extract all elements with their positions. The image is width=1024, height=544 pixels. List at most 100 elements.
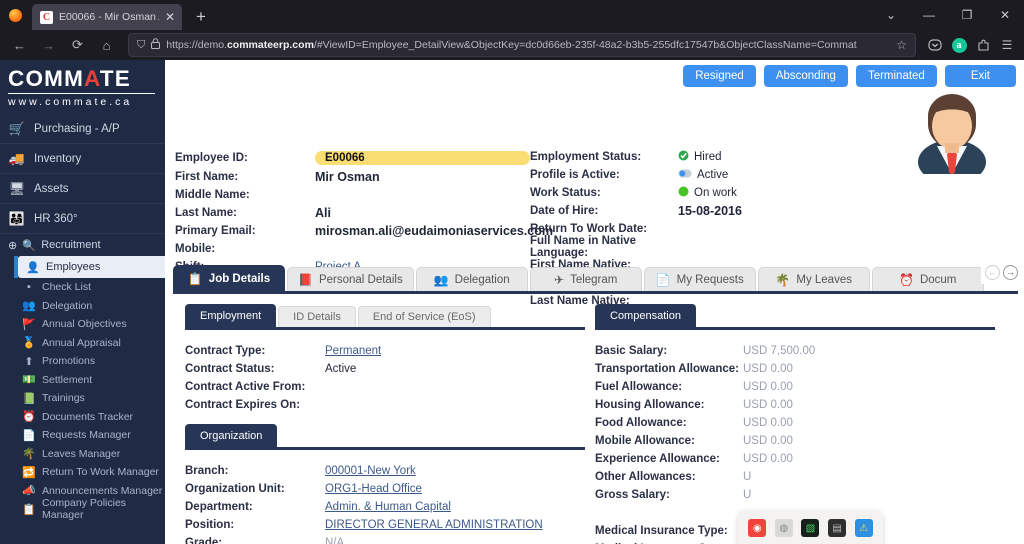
sidebar-subitem-promotions[interactable]: ⬆ Promotions	[0, 352, 165, 371]
taskbar-app-popup[interactable]: ◉◍▧▤⚠▣✹▼◎T◒➤▨N	[738, 511, 883, 544]
company-logo[interactable]: COMMATE www.commate.ca	[0, 60, 165, 114]
absconding-button[interactable]: Absconding	[763, 65, 848, 87]
sidebar-item-purchasing[interactable]: 🛒 Purchasing - A/P	[0, 114, 165, 144]
browser-tab[interactable]: C E00066 - Mir Osman Ali - COM ✕	[32, 4, 182, 30]
tab-personal-details[interactable]: 📕 Personal Details	[287, 267, 414, 292]
close-tab-icon[interactable]: ✕	[165, 11, 175, 23]
exit-button[interactable]: Exit	[944, 65, 1016, 87]
field-label: Contract Type:	[185, 345, 266, 357]
field-row: Employment Status: Hired	[530, 148, 860, 166]
field-row: Branch: 000001-New York	[185, 462, 585, 480]
sidebar-subitem-check-list[interactable]: ▪ Check List	[0, 278, 165, 297]
tray-app-1-icon[interactable]: ◉	[748, 519, 767, 537]
tray-app-4-icon[interactable]: ▤	[828, 519, 847, 537]
terminated-button[interactable]: Terminated	[855, 65, 937, 87]
app-menu-icon[interactable]: ☰	[996, 34, 1018, 56]
sidebar-subitem-requests-manager[interactable]: 📄 Requests Manager	[0, 426, 165, 445]
tray-app-2-icon[interactable]: ◍	[774, 519, 793, 537]
reload-button[interactable]: ⟳	[64, 33, 91, 57]
resigned-button[interactable]: Resigned	[683, 65, 756, 87]
tab-telegram[interactable]: ✈ Telegram	[529, 267, 642, 292]
field-value: Hired	[694, 151, 722, 163]
sidebar-subitem-label: Leaves Manager	[42, 447, 121, 460]
sidebar-subitem-label: Announcements Manager	[42, 484, 163, 497]
back-button[interactable]: ←	[6, 33, 33, 57]
tab-documents[interactable]: ⏰ Docum	[871, 267, 984, 292]
compensation-fields: Basic Salary: USD 7,500.00 Transportation …	[595, 330, 995, 504]
field-row: Employee ID: E00066	[175, 148, 530, 168]
field-label: Profile is Active:	[530, 169, 620, 181]
forward-button[interactable]: →	[35, 33, 62, 57]
desktop-icon: 🖥	[8, 180, 26, 196]
sidebar-subitem-return-to-work-manager[interactable]: 🔁 Return To Work Manager	[0, 463, 165, 482]
field-value[interactable]: 000001-New York	[325, 465, 416, 477]
tab-list-chevron-down-icon[interactable]: ⌄	[872, 0, 910, 30]
tab-title: E00066 - Mir Osman Ali - COM	[59, 11, 159, 23]
expand-circle-icon[interactable]: ⊕	[8, 239, 17, 252]
adblock-badge-icon[interactable]: a	[948, 34, 970, 56]
sidebar-item-label: Inventory	[34, 152, 82, 165]
sidebar-subitem-trainings[interactable]: 📗 Trainings	[0, 389, 165, 408]
sidebar-item-inventory[interactable]: 🚚 Inventory	[0, 144, 165, 174]
extension-icon[interactable]	[972, 34, 994, 56]
palm-tree-icon: 🌴	[22, 448, 36, 461]
field-row: Basic Salary: USD 7,500.00	[595, 342, 995, 360]
new-tab-button[interactable]: +	[188, 4, 214, 30]
tray-app-5-icon[interactable]: ⚠	[854, 519, 873, 537]
tab-my-leaves[interactable]: 🌴 My Leaves	[757, 267, 870, 292]
subtab-organization[interactable]: Organization	[185, 424, 278, 447]
sidebar-subitem-employees[interactable]: 👤 Employees	[14, 256, 165, 278]
sidebar-subitem-documents-tracker[interactable]: ⏰ Documents Tracker	[0, 408, 165, 427]
employee-id-value[interactable]: E00066	[315, 151, 530, 165]
field-value: Active	[697, 169, 729, 181]
sidebar-subitem-leaves-manager[interactable]: 🌴 Leaves Manager	[0, 445, 165, 464]
field-label: Branch:	[185, 465, 229, 477]
tray-app-3-icon[interactable]: ▧	[801, 519, 820, 537]
restore-button[interactable]: ❐	[948, 0, 986, 30]
tab-scroll-prev-icon[interactable]: ←	[985, 265, 1000, 280]
subtab-compensation[interactable]: Compensation	[595, 304, 696, 327]
tab-label: Job Details	[208, 273, 271, 285]
address-bar[interactable]: ⛉ https://demo.commateerp.com/#ViewID=Em…	[128, 33, 916, 57]
sidebar-subitem-annual-appraisal[interactable]: 🏅 Annual Appraisal	[0, 334, 165, 353]
pocket-icon[interactable]	[924, 34, 946, 56]
sidebar-subitem-settlement[interactable]: 💵 Settlement	[0, 371, 165, 390]
lock-icon	[151, 38, 161, 52]
subtab-eos[interactable]: End of Service (EoS)	[357, 306, 491, 327]
organization-subtabs: Organization	[185, 424, 585, 447]
sidebar-subitem-company-policies-manager[interactable]: 📋 Company Policies Manager	[0, 497, 165, 521]
window-controls: ⌄ — ❐ ✕	[872, 0, 1024, 30]
field-row: Work Status: On work	[530, 184, 860, 202]
sidebar-subitem-label: Requests Manager	[42, 429, 131, 442]
field-label: Medical Insurance Type:	[595, 525, 728, 537]
field-row: Profile is Active: Active	[530, 166, 860, 184]
sidebar-subitem-delegation[interactable]: 👥 Delegation	[0, 297, 165, 316]
field-label: Mobile Allowance:	[595, 435, 695, 447]
close-window-button[interactable]: ✕	[986, 0, 1024, 30]
field-row: Grade: N/A	[185, 534, 585, 544]
sidebar-item-recruitment[interactable]: ⊕ 🔍 Recruitment	[0, 234, 165, 256]
field-value[interactable]: Admin. & Human Capital	[325, 501, 451, 513]
sidebar-item-hr360[interactable]: 👨‍👩‍👧 HR 360°	[0, 204, 165, 234]
field-value[interactable]: Permanent	[325, 345, 381, 357]
money-icon: 💵	[22, 374, 36, 387]
field-row: Food Allowance: USD 0.00	[595, 414, 995, 432]
field-value: USD 0.00	[743, 417, 793, 429]
tab-job-details[interactable]: 📋 Job Details	[173, 265, 285, 292]
field-label: Primary Email:	[175, 225, 256, 237]
field-value[interactable]: DIRECTOR GENERAL ADMINISTRATION	[325, 519, 543, 531]
tab-my-requests[interactable]: 📄 My Requests	[643, 267, 756, 292]
subtab-employment[interactable]: Employment	[185, 304, 277, 327]
sidebar-item-assets[interactable]: 🖥 Assets	[0, 174, 165, 204]
bookmark-star-icon[interactable]: ☆	[896, 38, 907, 52]
tab-scroll-next-icon[interactable]: →	[1003, 265, 1018, 280]
subtab-id-details[interactable]: ID Details	[278, 306, 356, 327]
minimize-button[interactable]: —	[910, 0, 948, 30]
tab-delegation[interactable]: 👥 Delegation	[415, 267, 528, 292]
return-work-icon: 🔁	[22, 466, 36, 479]
sidebar-subitem-annual-objectives[interactable]: 🚩 Annual Objectives	[0, 315, 165, 334]
field-value[interactable]: N/A	[325, 537, 344, 544]
home-button[interactable]: ⌂	[93, 33, 120, 57]
megaphone-icon: 📣	[22, 485, 36, 498]
field-value[interactable]: ORG1-Head Office	[325, 483, 422, 495]
